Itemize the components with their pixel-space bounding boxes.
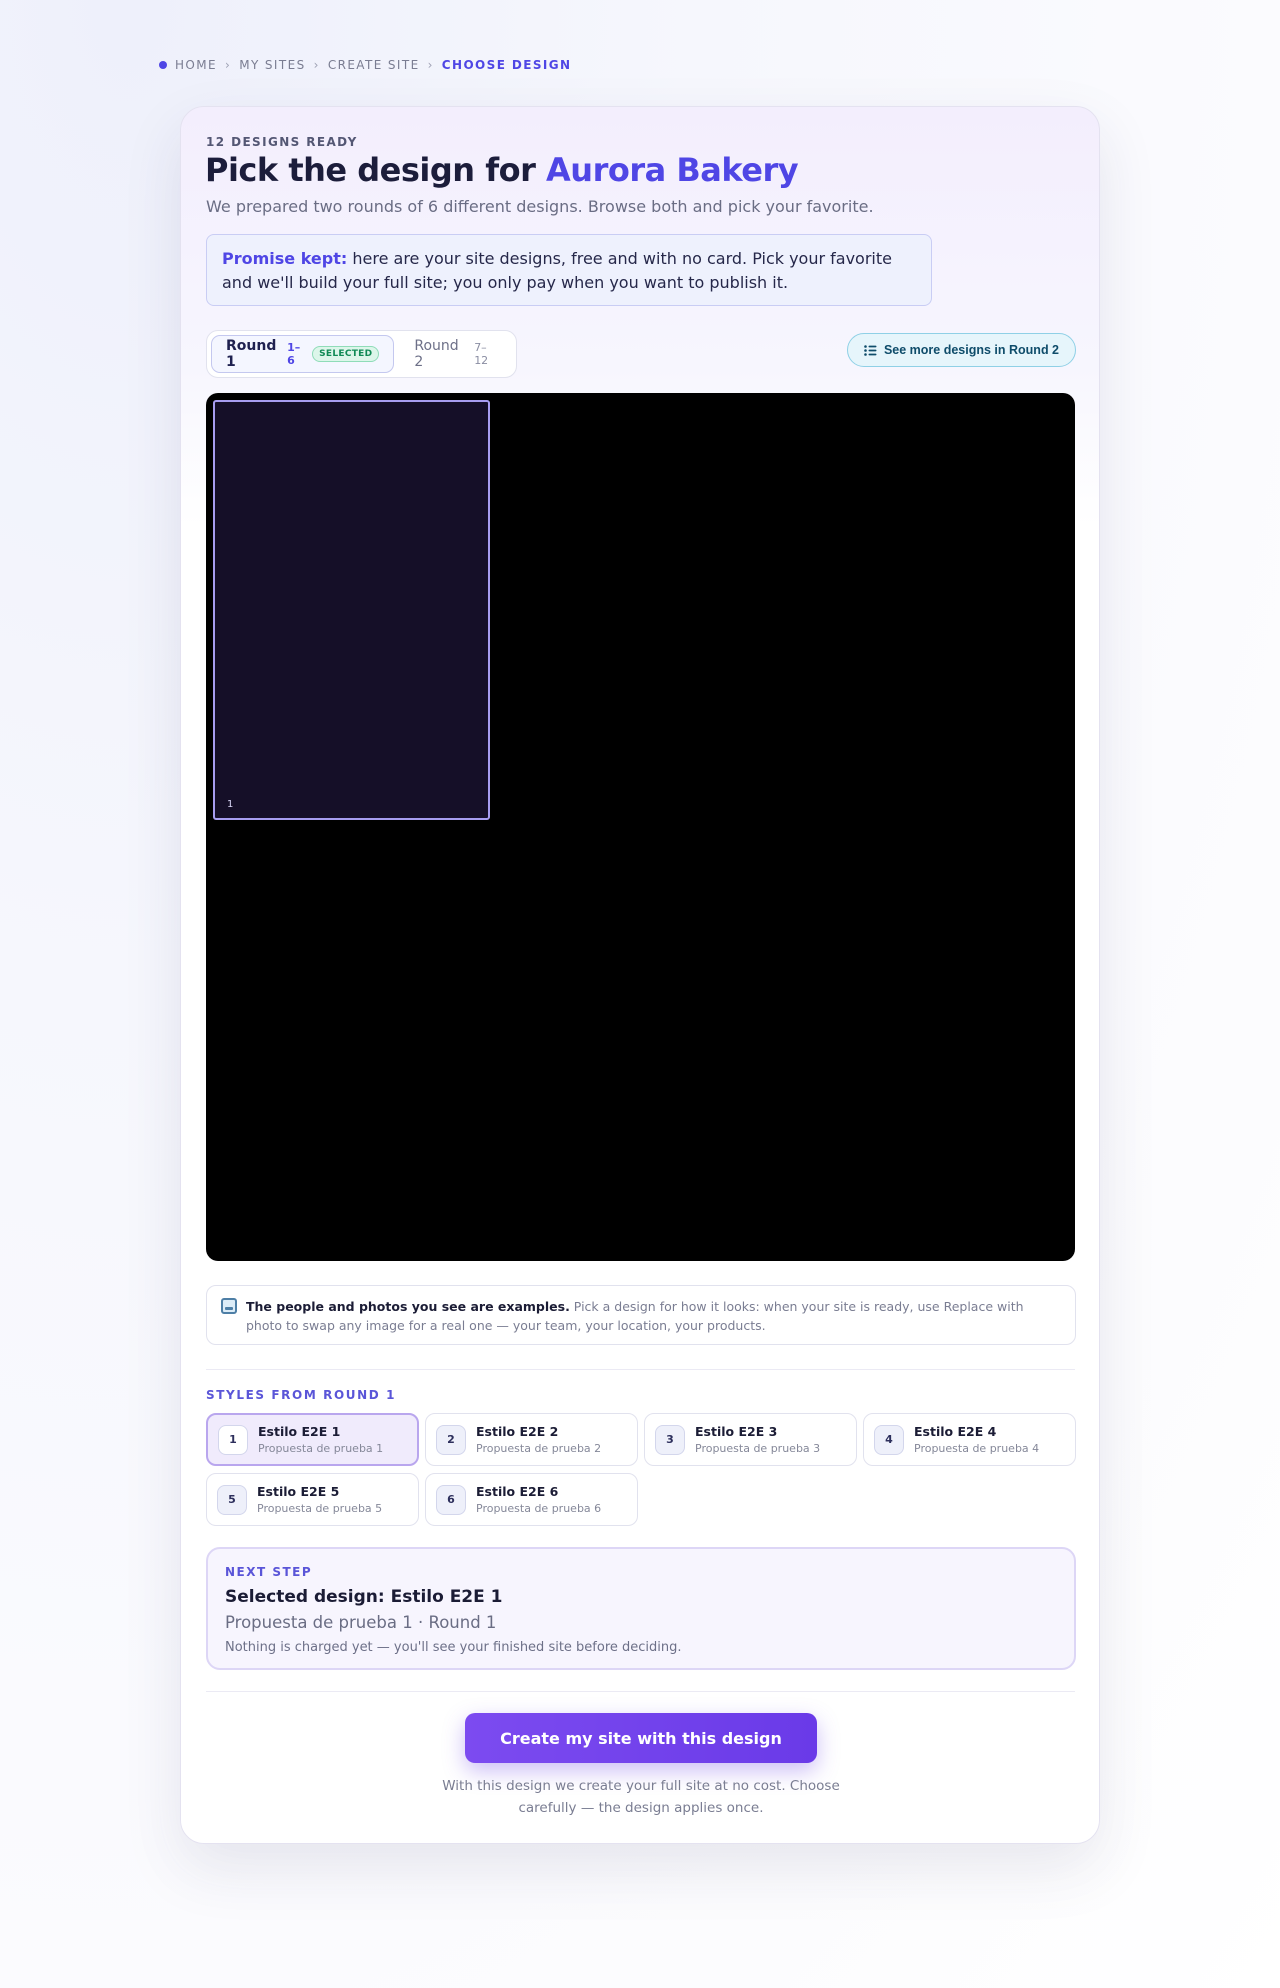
promise-lead: Promise kept: [222, 249, 348, 268]
selected-design-meta: Propuesta de prueba 1 · Round 1 [225, 1613, 497, 1632]
style-name: Estilo E2E 5 [257, 1484, 340, 1499]
style-number: 1 [218, 1424, 248, 1455]
preview-number: 1 [227, 799, 234, 810]
style-number: 4 [874, 1424, 904, 1455]
style-subtitle: Propuesta de prueba 3 [695, 1442, 821, 1455]
style-card-6[interactable]: 6 Estilo E2E 6 Propuesta de prueba 6 [425, 1473, 638, 1526]
image-icon [221, 1298, 237, 1314]
example-photos-note: The people and photos you see are exampl… [206, 1285, 1076, 1345]
style-name: Estilo E2E 1 [258, 1424, 341, 1439]
style-text: Estilo E2E 1 Propuesta de prueba 1 [258, 1424, 383, 1455]
style-text: Estilo E2E 3 Propuesta de prueba 3 [695, 1424, 820, 1455]
style-name: Estilo E2E 2 [476, 1424, 559, 1439]
style-name: Estilo E2E 6 [476, 1484, 559, 1499]
style-subtitle: Propuesta de prueba 6 [476, 1502, 602, 1515]
note-strong: The people and photos you see are exampl… [246, 1299, 570, 1314]
style-text: Estilo E2E 5 Propuesta de prueba 5 [257, 1484, 382, 1515]
title-prefix: Pick the design for [205, 151, 547, 189]
next-step-kicker: NEXT STEP [225, 1565, 313, 1579]
style-subtitle: Propuesta de prueba 1 [258, 1442, 384, 1455]
style-card-5[interactable]: 5 Estilo E2E 5 Propuesta de prueba 5 [206, 1473, 419, 1526]
style-card-4[interactable]: 4 Estilo E2E 4 Propuesta de prueba 4 [863, 1413, 1076, 1466]
tab-range: 1–6 [287, 341, 301, 367]
style-text: Estilo E2E 4 Propuesta de prueba 4 [914, 1424, 1039, 1455]
style-number: 5 [217, 1484, 247, 1515]
promise-banner: Promise kept: here are your site designs… [206, 234, 932, 306]
tab-label: Round 1 [226, 338, 277, 370]
style-subtitle: Propuesta de prueba 5 [257, 1502, 383, 1515]
style-text: Estilo E2E 2 Propuesta de prueba 2 [476, 1424, 601, 1455]
see-more-label: See more designs in Round 2 [883, 343, 1060, 357]
style-text: Estilo E2E 6 Propuesta de prueba 6 [476, 1484, 601, 1515]
breadcrumb-current: CHOOSE DESIGN [441, 58, 572, 72]
chevron-right-icon: › [427, 58, 434, 72]
style-name: Estilo E2E 3 [695, 1424, 778, 1439]
style-number: 6 [436, 1484, 466, 1515]
no-charge-note: Nothing is charged yet — you'll see your… [225, 1640, 682, 1655]
cta-note: With this design we create your full sit… [442, 1778, 840, 1816]
list-icon [864, 344, 877, 356]
style-number: 2 [436, 1424, 466, 1455]
tab-range: 7–12 [474, 341, 489, 367]
breadcrumb-dot-icon [159, 61, 167, 69]
designs-ready-count: 12 DESIGNS READY [206, 135, 358, 149]
preview-thumbnail[interactable]: 1 [213, 400, 490, 820]
design-picker-card: 12 DESIGNS READY Pick the design for Aur… [180, 106, 1100, 1844]
styles-section-label: STYLES FROM ROUND 1 [206, 1388, 397, 1402]
style-subtitle: Propuesta de prueba 4 [914, 1442, 1040, 1455]
breadcrumb: HOME › MY SITES › CREATE SITE › CHOOSE D… [159, 58, 571, 72]
tab-label: Round 2 [414, 338, 459, 370]
design-preview[interactable]: 1 [206, 393, 1075, 1261]
selected-badge: SELECTED [312, 346, 380, 362]
divider [206, 1369, 1075, 1370]
chevron-right-icon: › [313, 58, 320, 72]
style-name: Estilo E2E 4 [914, 1424, 997, 1439]
chevron-right-icon: › [225, 58, 232, 72]
tab-round-2[interactable]: Round 2 7–12 [400, 335, 512, 373]
style-number: 3 [655, 1424, 685, 1455]
breadcrumb-create-site[interactable]: CREATE SITE [328, 58, 420, 72]
business-name: Aurora Bakery [546, 151, 799, 189]
style-card-2[interactable]: 2 Estilo E2E 2 Propuesta de prueba 2 [425, 1413, 638, 1466]
style-card-1[interactable]: 1 Estilo E2E 1 Propuesta de prueba 1 [206, 1413, 419, 1466]
see-more-designs-button[interactable]: See more designs in Round 2 [847, 333, 1076, 367]
page-subtitle: We prepared two rounds of 6 different de… [206, 197, 874, 216]
tab-round-1[interactable]: Round 1 1–6 SELECTED [211, 335, 395, 373]
round-tabs: Round 1 1–6 SELECTED Round 2 7–12 [206, 330, 517, 378]
breadcrumb-home[interactable]: HOME [175, 58, 217, 72]
page-title: Pick the design for Aurora Bakery [205, 151, 799, 189]
divider [206, 1691, 1075, 1692]
next-step-panel: NEXT STEP Selected design: Estilo E2E 1 … [206, 1547, 1076, 1670]
create-site-button[interactable]: Create my site with this design [465, 1713, 817, 1763]
style-card-3[interactable]: 3 Estilo E2E 3 Propuesta de prueba 3 [644, 1413, 857, 1466]
breadcrumb-my-sites[interactable]: MY SITES [239, 58, 305, 72]
style-subtitle: Propuesta de prueba 2 [476, 1442, 602, 1455]
selected-design-name: Selected design: Estilo E2E 1 [225, 1587, 503, 1607]
